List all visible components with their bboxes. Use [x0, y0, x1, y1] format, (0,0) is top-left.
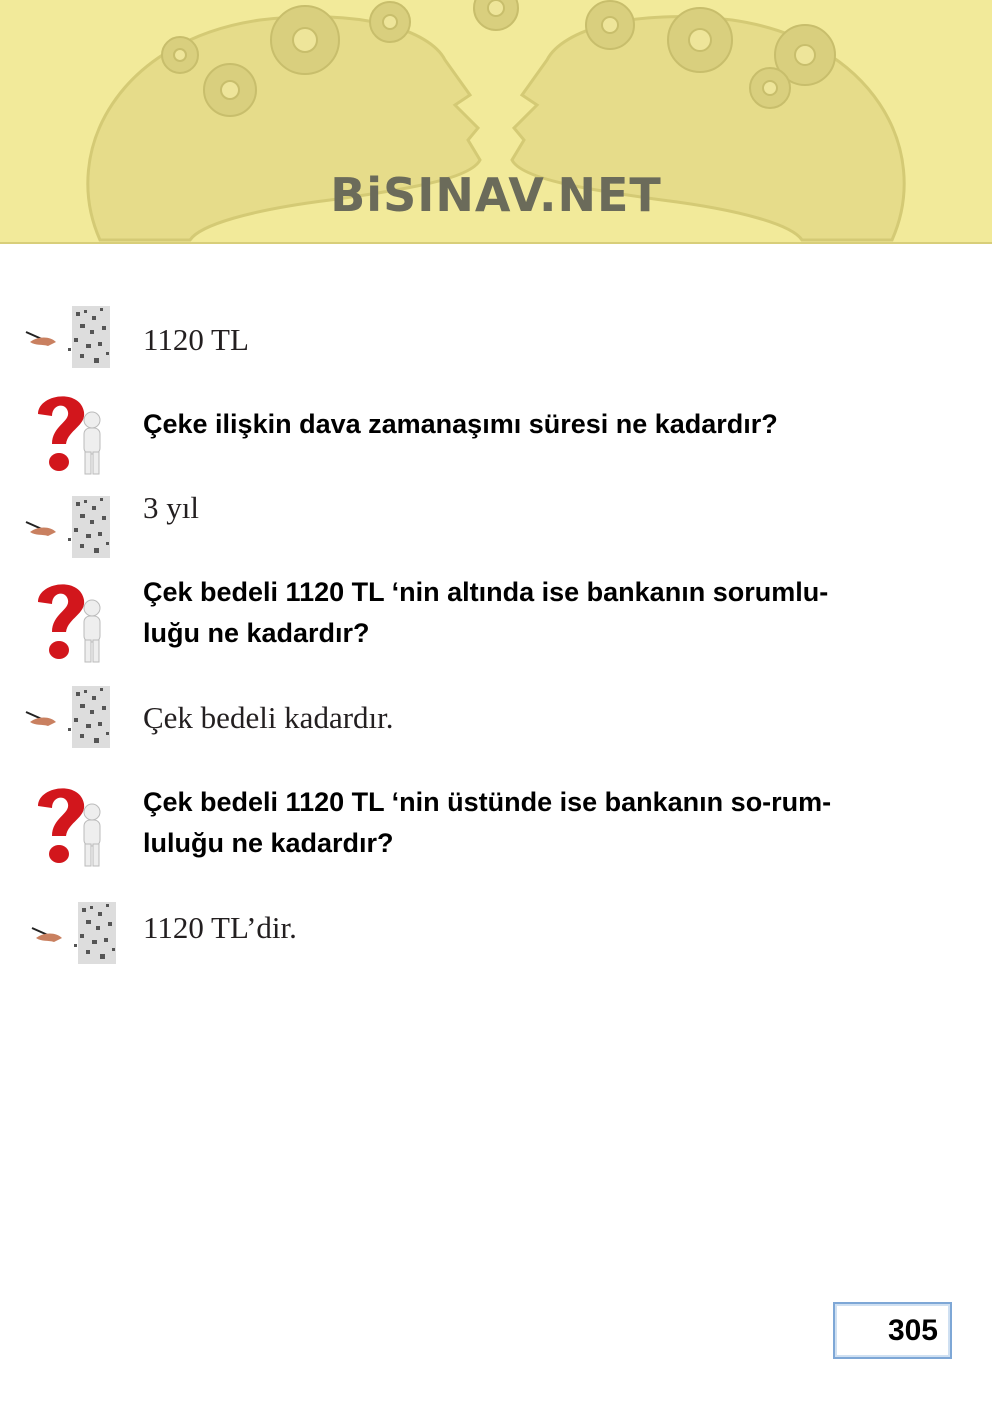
pen-writing-icon: [25, 306, 110, 368]
question-text: Çek bedeli 1120 TL ‘nin altında ise bank…: [143, 572, 923, 654]
answer-text: Çek bedeli kadardır.: [143, 700, 394, 735]
question-line: luğu ne kadardır?: [143, 618, 370, 648]
brand-logo-text: BiSINAV.NET: [330, 168, 662, 222]
answer-text: 3 yıl: [143, 490, 199, 525]
answer-text: 1120 TL: [143, 322, 249, 357]
question-mark-figure-icon: [38, 584, 101, 663]
pen-writing-icon: [31, 902, 116, 964]
question-line: luluğu ne kadardır?: [143, 828, 394, 858]
question-line: Çeke ilişkin dava zamanaşımı süresi ne k…: [143, 409, 778, 439]
answer-text: 1120 TL’dir.: [143, 910, 297, 945]
page-number-box: 305: [833, 1302, 952, 1359]
header-banner: BiSINAV.NET: [0, 0, 992, 244]
question-text: Çeke ilişkin dava zamanaşımı süresi ne k…: [143, 404, 923, 445]
question-line: Çek bedeli 1120 TL ‘nin altında ise bank…: [143, 577, 829, 607]
question-line: Çek bedeli 1120 TL ‘nin üstünde ise bank…: [143, 787, 832, 817]
page-number: 305: [887, 1314, 938, 1347]
pen-writing-icon: [25, 686, 110, 748]
question-mark-figure-icon: [38, 788, 101, 867]
question-text: Çek bedeli 1120 TL ‘nin üstünde ise bank…: [143, 782, 923, 864]
pen-writing-icon: [25, 496, 110, 558]
question-mark-figure-icon: [38, 396, 101, 475]
